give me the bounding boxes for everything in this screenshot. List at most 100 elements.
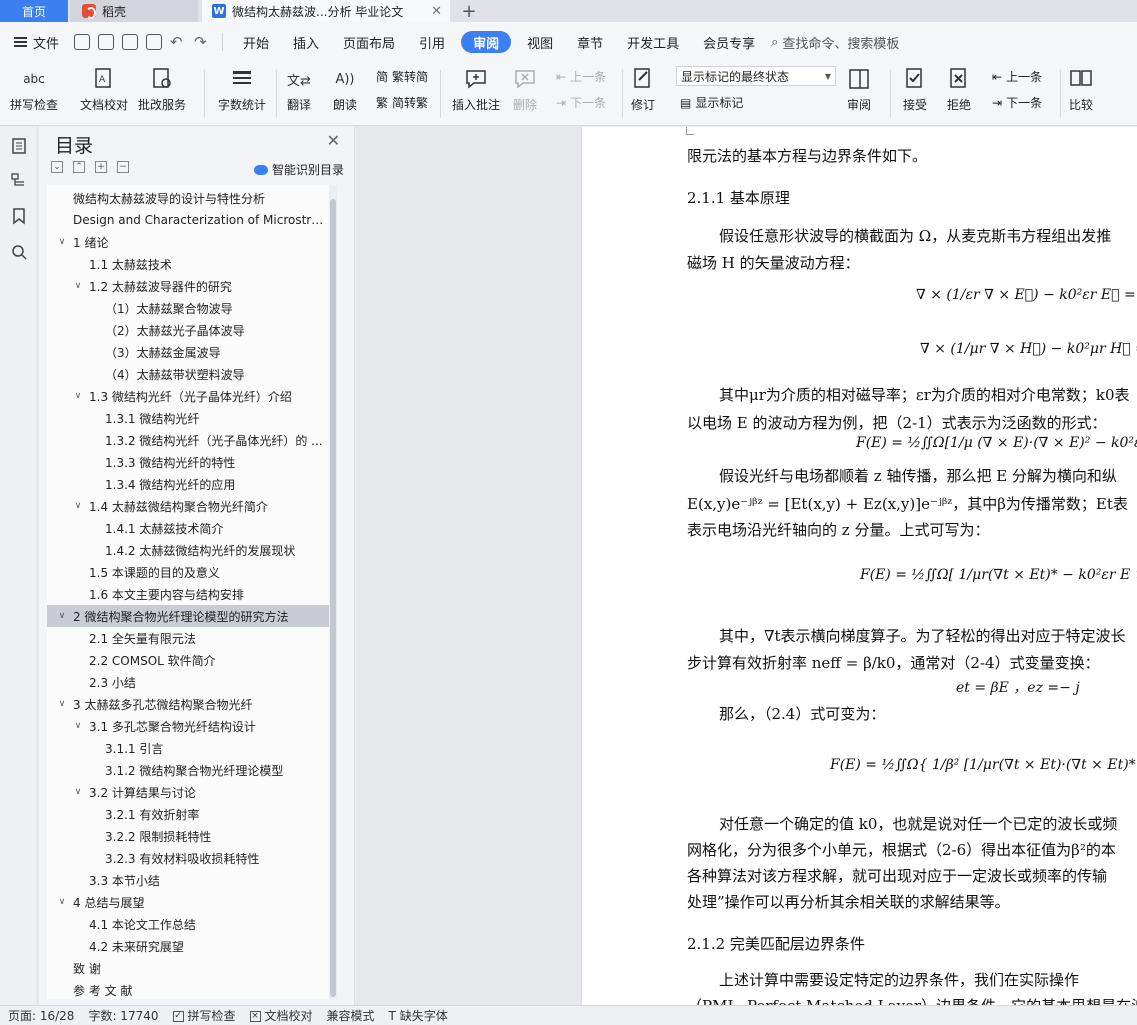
toc-item[interactable]: 4.2 未来研究展望 <box>47 935 329 957</box>
show-markup-button[interactable]: ▤ 显示标记 <box>680 94 743 111</box>
chevron-down-icon[interactable]: ∨ <box>57 611 67 621</box>
new-tab-button[interactable]: + <box>456 0 482 22</box>
command-search[interactable]: ⌕ 查找命令、搜索模板 <box>771 33 899 52</box>
toc-item[interactable]: ∨ 1.2 太赫兹波导器件的研究 <box>47 275 329 297</box>
missing-font-status[interactable]: T 缺失字体 <box>389 1007 448 1024</box>
toc-item[interactable]: 1.5 本课题的目的及意义 <box>47 561 329 583</box>
search-icon[interactable] <box>10 243 28 261</box>
save-icon[interactable] <box>74 34 90 50</box>
menu-tab[interactable]: 会员专享 <box>691 31 767 53</box>
prev-comment-button[interactable]: ⇤ 上一条 <box>556 68 606 85</box>
translate-button[interactable]: 文⇄ 翻译 <box>286 66 312 113</box>
menu-tab[interactable]: 视图 <box>515 31 565 53</box>
toc-item[interactable]: ∨ 3.1 多孔芯聚合物光纤结构设计 <box>47 715 329 737</box>
undo-icon[interactable]: ↶ <box>170 33 186 51</box>
menu-tab[interactable]: 章节 <box>565 31 615 53</box>
toc-item[interactable]: ∨ 1.3 微结构光纤（光子晶体光纤）介绍 <box>47 385 329 407</box>
toc-item[interactable]: 4.1 本论文工作总结 <box>47 913 329 935</box>
spellcheck-status[interactable]: ✓ 拼写检查 <box>172 1007 236 1024</box>
tab-home[interactable]: 首页 <box>0 0 68 22</box>
bookmark-icon[interactable] <box>10 207 28 225</box>
print-preview-icon[interactable] <box>146 34 162 50</box>
navigation-icon[interactable] <box>10 171 28 189</box>
toc-item[interactable]: ∨ 3 太赫兹多孔芯微结构聚合物光纤 <box>47 693 329 715</box>
review-pane-button[interactable]: 审阅 <box>846 66 872 113</box>
revise-button[interactable]: 修订 <box>630 66 656 113</box>
simp-to-trad-button[interactable]: 繁 简转繁 <box>376 94 428 111</box>
chevron-down-icon[interactable]: ∨ <box>73 721 83 731</box>
toc-item[interactable]: 微结构太赫兹波导的设计与特性分析 <box>47 187 329 209</box>
menu-tab[interactable]: 开始 <box>231 31 281 53</box>
wordcount-button[interactable]: 字数统计 <box>218 66 266 113</box>
trad-to-simp-button[interactable]: 简 繁转简 <box>376 68 428 85</box>
toc-panel-icon[interactable] <box>10 137 28 155</box>
read-aloud-button[interactable]: A)) 朗读 <box>332 66 358 113</box>
toc-item[interactable]: 3.2.2 限制损耗特性 <box>47 825 329 847</box>
menu-tab[interactable]: 开发工具 <box>615 31 691 53</box>
toc-item[interactable]: 1.4.2 太赫兹微结构光纤的发展现状 <box>47 539 329 561</box>
toc-item[interactable]: （3）太赫兹金属波导 <box>47 341 329 363</box>
toc-item[interactable]: 1.3.4 微结构光纤的应用 <box>47 473 329 495</box>
remove-heading-icon[interactable]: − <box>117 161 129 173</box>
compare-button[interactable]: 比较 <box>1068 66 1094 113</box>
file-menu-button[interactable]: 文件 <box>0 33 70 52</box>
word-count[interactable]: 字数: 17740 <box>88 1007 158 1024</box>
doccheck-button[interactable]: A 文档校对 <box>80 66 128 113</box>
toc-item[interactable]: （2）太赫兹光子晶体波导 <box>47 319 329 341</box>
accept-button[interactable]: 接受 <box>902 66 928 113</box>
toc-item[interactable]: ∨ 1 绪论 <box>47 231 329 253</box>
toc-item[interactable]: ∨ 3.2 计算结果与讨论 <box>47 781 329 803</box>
toc-item[interactable]: 1.4.1 太赫兹技术简介 <box>47 517 329 539</box>
markup-mode-select[interactable]: 显示标记的最终状态 ▼ <box>676 66 836 86</box>
add-heading-icon[interactable]: + <box>95 161 107 173</box>
reject-button[interactable]: 拒绝 <box>946 66 972 113</box>
toc-item[interactable]: （1）太赫兹聚合物波导 <box>47 297 329 319</box>
toc-item[interactable]: 3.2.1 有效折射率 <box>47 803 329 825</box>
tab-document[interactable]: W 微结构太赫兹波...分析 毕业论文 ✕ <box>202 0 450 22</box>
toc-item[interactable]: 3.1.2 微结构聚合物光纤理论模型 <box>47 759 329 781</box>
toc-item[interactable]: 3.3 本节小结 <box>47 869 329 891</box>
toc-item[interactable]: 3.1.1 引言 <box>47 737 329 759</box>
collapse-all-icon[interactable]: ⌄ <box>51 161 63 173</box>
toc-item[interactable]: 1.6 本文主要内容与结构安排 <box>47 583 329 605</box>
toc-item[interactable]: ∨ 4 总结与展望 <box>47 891 329 913</box>
next-change-button[interactable]: ⇥ 下一条 <box>992 94 1042 111</box>
toc-item[interactable]: 致 谢 <box>47 957 329 979</box>
delete-comment-button[interactable]: 删除 <box>512 66 538 113</box>
toc-item[interactable]: 2.3 小结 <box>47 671 329 693</box>
close-icon[interactable]: ✕ <box>327 131 340 150</box>
toc-item[interactable]: 1.3.2 微结构光纤（光子晶体光纤）的 ... <box>47 429 329 451</box>
chevron-down-icon[interactable]: ∨ <box>73 501 83 511</box>
toc-item[interactable]: 2.2 COMSOL 软件简介 <box>47 649 329 671</box>
prev-change-button[interactable]: ⇤ 上一条 <box>992 68 1042 85</box>
toc-item[interactable]: 1.3.3 微结构光纤的特性 <box>47 451 329 473</box>
redo-icon[interactable]: ↷ <box>194 33 210 51</box>
doccheck-status[interactable]: × 文档校对 <box>249 1007 313 1024</box>
menu-tab[interactable]: 引用 <box>407 31 457 53</box>
spellcheck-button[interactable]: abc 拼写检查 <box>10 66 58 113</box>
tab-daoke[interactable]: 稻壳 <box>70 0 198 22</box>
chevron-down-icon[interactable]: ∨ <box>73 787 83 797</box>
next-comment-button[interactable]: ⇥ 下一条 <box>556 94 606 111</box>
toc-item[interactable]: 1.3.1 微结构光纤 <box>47 407 329 429</box>
page-indicator[interactable]: 页面: 16/28 <box>8 1007 74 1024</box>
chevron-down-icon[interactable]: ∨ <box>57 237 67 247</box>
smart-toc-button[interactable]: 智能识别目录 <box>253 161 344 178</box>
close-tab-icon[interactable]: ✕ <box>431 4 442 19</box>
chevron-down-icon[interactable]: ∨ <box>57 897 67 907</box>
toc-item[interactable]: 1.1 太赫兹技术 <box>47 253 329 275</box>
toc-item[interactable]: ∨ 1.4 太赫兹微结构聚合物光纤简介 <box>47 495 329 517</box>
menu-tab[interactable]: 审阅 <box>461 31 512 53</box>
insert-comment-button[interactable]: 插入批注 <box>452 66 500 113</box>
export-pdf-icon[interactable] <box>98 34 114 50</box>
toc-item[interactable]: ∨ 2 微结构聚合物光纤理论模型的研究方法 <box>47 605 329 627</box>
chevron-down-icon[interactable]: ∨ <box>73 281 83 291</box>
expand-all-icon[interactable]: ⌃ <box>73 161 85 173</box>
toc-item[interactable]: 2.1 全矢量有限元法 <box>47 627 329 649</box>
menu-tab[interactable]: 页面布局 <box>331 31 407 53</box>
toc-item[interactable]: 参 考 文 献 <box>47 979 329 999</box>
chevron-down-icon[interactable]: ∨ <box>73 391 83 401</box>
toc-item[interactable]: 3.2.3 有效材料吸收损耗特性 <box>47 847 329 869</box>
toc-item[interactable]: Design and Characterization of Microstru… <box>47 209 329 231</box>
toc-item[interactable]: （4）太赫兹带状塑料波导 <box>47 363 329 385</box>
